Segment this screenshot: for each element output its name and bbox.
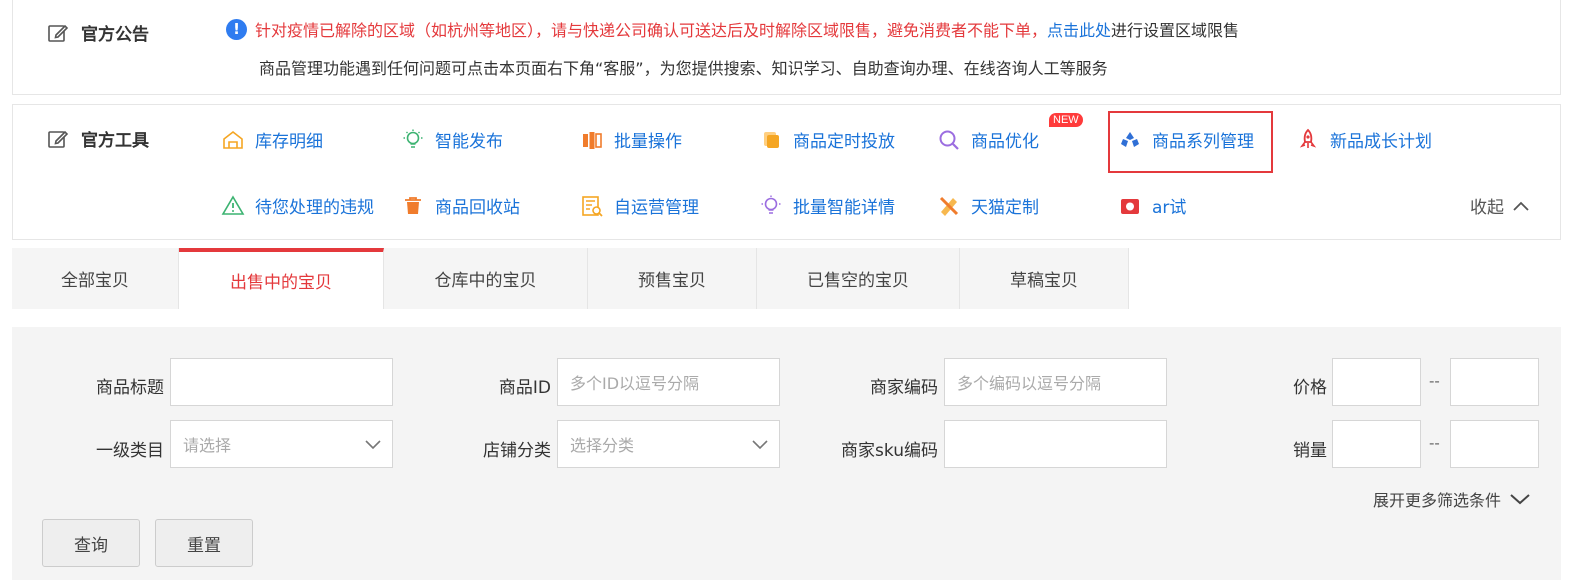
tool-label: 待您处理的违规: [255, 198, 374, 218]
notice-red-text: 针对疫情已解除的区域（如杭州等地区），请与快递公司确认可送达后及时解除区域限售，…: [255, 21, 1048, 40]
tabs-spacer: [1129, 248, 1561, 309]
sales-label: 销量: [1293, 441, 1327, 461]
chevron-down-icon: [1510, 494, 1530, 505]
sku-code-label: 商家sku编码: [841, 441, 938, 461]
tool-label: 新品成长计划: [1330, 132, 1432, 152]
warehouse-icon: [223, 130, 243, 149]
tab-all-items[interactable]: 全部宝贝: [12, 248, 179, 309]
reset-button[interactable]: 重置: [155, 519, 253, 567]
expand-more-filters[interactable]: 展开更多筛选条件: [1373, 487, 1531, 511]
merchant-code-input[interactable]: 多个编码以逗号分隔: [944, 358, 1167, 406]
sku-code-input[interactable]: [944, 420, 1167, 468]
series-management-highlight: [1108, 111, 1273, 173]
tool-inventory-detail[interactable]: 库存明细: [221, 127, 323, 152]
pencil-ruler-icon: [939, 196, 959, 216]
tool-label: 自运营管理: [614, 198, 699, 218]
rocket-icon: [1299, 128, 1317, 148]
notice-title: 官方公告: [81, 25, 149, 45]
filter-panel: 商品标题 商品ID 多个ID以逗号分隔 商家编码 多个编码以逗号分隔 价格 --…: [12, 327, 1561, 580]
price-label: 价格: [1293, 378, 1327, 398]
tab-on-sale[interactable]: 出售中的宝贝: [179, 248, 384, 309]
tool-tmall-custom[interactable]: 天猫定制: [937, 193, 1039, 218]
edit-icon: [48, 24, 69, 42]
tab-in-warehouse[interactable]: 仓库中的宝贝: [384, 248, 588, 309]
tool-batch-operation[interactable]: 批量操作: [580, 127, 682, 152]
price-max-input[interactable]: [1450, 358, 1539, 406]
price-min-input[interactable]: [1332, 358, 1421, 406]
expand-more-label: 展开更多筛选条件: [1372, 491, 1501, 510]
camera-icon: [1121, 198, 1139, 214]
query-button[interactable]: 查询: [42, 519, 140, 567]
edit-icon: [48, 130, 69, 148]
new-badge: NEW: [1049, 113, 1083, 127]
category-select[interactable]: 请选择: [170, 420, 393, 468]
tool-pending-violations[interactable]: 待您处理的违规: [221, 193, 374, 218]
tool-label: 批量智能详情: [793, 198, 895, 218]
tool-scheduled-launch[interactable]: 商品定时投放: [759, 127, 895, 152]
id-label: 商品ID: [498, 378, 551, 398]
notice-header: 官方公告: [47, 20, 149, 45]
info-alert-icon: !: [226, 18, 247, 40]
tool-label: 批量操作: [614, 132, 682, 152]
notice-line-2: 商品管理功能遇到任何问题可点击本页面右下角“客服”，为您提供搜索、知识学习、自助…: [259, 59, 1108, 78]
warning-icon: [221, 194, 245, 215]
tools-title: 官方工具: [81, 131, 149, 151]
category-label: 一级类目: [96, 441, 164, 461]
sales-min-input[interactable]: [1332, 420, 1421, 468]
tools-panel: 官方工具 库存明细 智能发布 批量操作 商品定时投放 商品优化 NEW 商品系列…: [12, 104, 1561, 240]
chevron-down-icon: [365, 440, 381, 450]
tool-label: 商品优化: [971, 132, 1039, 152]
tool-label: 库存明细: [255, 132, 323, 152]
category-placeholder: 请选择: [183, 436, 232, 455]
tool-label: ar试: [1152, 198, 1187, 218]
id-input[interactable]: 多个ID以逗号分隔: [557, 358, 780, 406]
tool-self-operation[interactable]: 自运营管理: [580, 193, 699, 218]
trash-icon: [405, 196, 421, 214]
shop-category-placeholder: 选择分类: [570, 436, 635, 455]
tab-drafts[interactable]: 草稿宝贝: [960, 248, 1129, 309]
chevron-down-icon: [752, 440, 768, 450]
notice-tail-text: 进行设置区域限售: [1111, 21, 1240, 40]
shop-category-label: 店铺分类: [483, 441, 551, 461]
notice-click-here-link[interactable]: 点击此处: [1047, 17, 1111, 41]
tool-label: 天猫定制: [971, 198, 1039, 218]
tool-recycle-bin[interactable]: 商品回收站: [401, 193, 520, 218]
collapse-toggle[interactable]: 收起: [1470, 193, 1530, 218]
search-icon: [939, 130, 959, 150]
collapse-label: 收起: [1470, 198, 1504, 218]
tool-label: 商品定时投放: [793, 132, 895, 152]
title-input[interactable]: [170, 358, 393, 406]
item-status-tabs: 全部宝贝 出售中的宝贝 仓库中的宝贝 预售宝贝 已售空的宝贝 草稿宝贝: [12, 248, 1561, 309]
title-label: 商品标题: [96, 378, 164, 398]
tool-smart-publish[interactable]: 智能发布: [401, 127, 503, 152]
tool-label: 商品回收站: [435, 198, 520, 218]
price-range-separator: --: [1429, 372, 1440, 390]
chevron-up-icon: [1513, 201, 1529, 211]
smart-bulb-icon: [761, 195, 781, 214]
merchant-code-placeholder: 多个编码以逗号分隔: [957, 374, 1102, 393]
lightbulb-icon: [403, 129, 423, 148]
tool-label: 智能发布: [435, 132, 503, 152]
self-ops-icon: [582, 195, 603, 217]
notice-line-1: ! 针对疫情已解除的区域（如杭州等地区），请与快递公司确认可送达后及时解除区域限…: [226, 17, 1239, 41]
notice-panel: 官方公告 ! 针对疫情已解除的区域（如杭州等地区），请与快递公司确认可送达后及时…: [12, 0, 1561, 95]
id-placeholder: 多个ID以逗号分隔: [570, 374, 700, 393]
tool-batch-smart-detail[interactable]: 批量智能详情: [759, 193, 895, 218]
tool-new-product-growth[interactable]: 新品成长计划: [1296, 127, 1432, 152]
batch-icon: [583, 131, 602, 149]
sales-max-input[interactable]: [1450, 420, 1539, 468]
tools-header: 官方工具: [47, 126, 149, 151]
tab-presale[interactable]: 预售宝贝: [588, 248, 757, 309]
tool-product-optimize[interactable]: 商品优化 NEW: [937, 113, 1083, 152]
tool-ar-try[interactable]: ar试: [1118, 193, 1186, 218]
merchant-code-label: 商家编码: [870, 378, 938, 398]
sales-range-separator: --: [1429, 434, 1440, 452]
tab-sold-out[interactable]: 已售空的宝贝: [757, 248, 960, 309]
timer-icon: [764, 131, 779, 148]
shop-category-select[interactable]: 选择分类: [557, 420, 780, 468]
